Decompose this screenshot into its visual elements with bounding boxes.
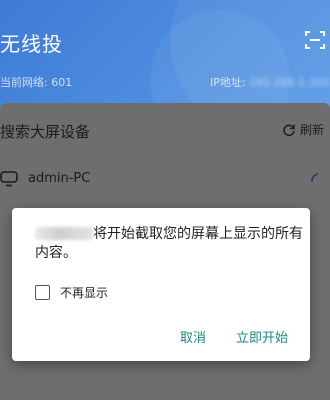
redacted-app-name bbox=[35, 227, 93, 240]
start-now-button[interactable]: 立即开始 bbox=[236, 327, 288, 346]
refresh-icon bbox=[283, 124, 295, 136]
network-info: 当前网络: 601 bbox=[0, 76, 73, 89]
cancel-button[interactable]: 取消 bbox=[180, 327, 206, 346]
monitor-icon bbox=[0, 171, 18, 187]
checkbox-label: 不再显示 bbox=[60, 286, 109, 300]
ip-info: IP地址: 192.168.1.103 bbox=[210, 74, 330, 90]
app-header: 无线投 当前网络: 601 IP地址: 192.168.1.103 bbox=[0, 0, 330, 115]
screen-capture-dialog: 将开始截取您的屏幕上显示的所有内容。 不再显示 取消 立即开始 bbox=[12, 208, 310, 361]
refresh-label: 刷新 bbox=[299, 123, 324, 137]
dont-show-again-option[interactable]: 不再显示 bbox=[35, 284, 108, 301]
device-name: admin-PC bbox=[28, 171, 91, 186]
dialog-message: 将开始截取您的屏幕上显示的所有内容。 bbox=[35, 225, 305, 263]
app-title: 无线投 bbox=[0, 32, 63, 56]
scan-icon[interactable] bbox=[305, 30, 325, 50]
refresh-button[interactable]: 刷新 bbox=[282, 121, 324, 138]
dont-show-again-checkbox[interactable] bbox=[35, 285, 50, 300]
device-list-item[interactable]: admin-PC bbox=[0, 167, 330, 191]
ip-label: IP地址: bbox=[210, 76, 246, 89]
ip-value: 192.168.1.103 bbox=[249, 76, 330, 89]
panel-title: 搜索大屏设备 bbox=[0, 123, 91, 141]
loading-spinner-icon bbox=[311, 173, 319, 183]
